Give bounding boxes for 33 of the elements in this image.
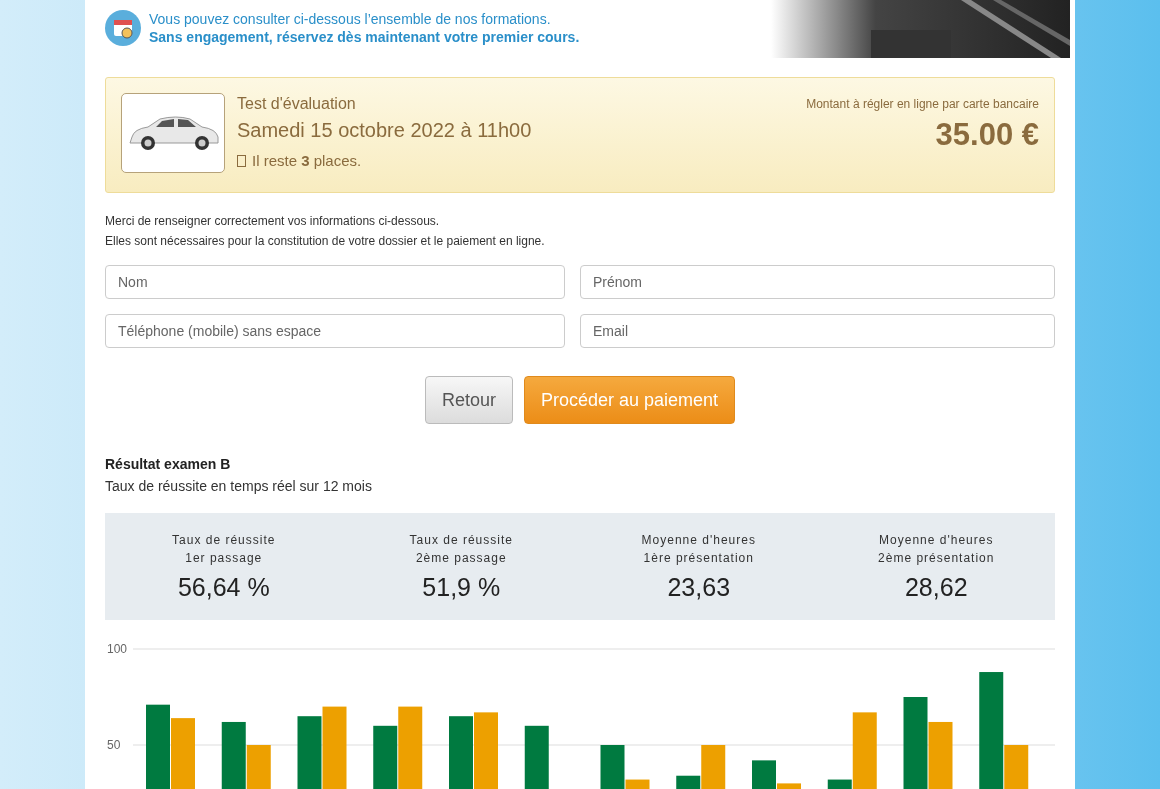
places-remaining: Il reste 3 places.	[252, 152, 362, 169]
stat-label: 1er passage	[185, 550, 263, 567]
intro-text: Vous pouvez consulter ci-dessous l’ensemble de nos formations.	[149, 10, 552, 28]
calendar-clock-icon	[105, 10, 141, 46]
stat-label: 1ère présentation	[643, 550, 754, 567]
session-title: Test d'évaluation	[237, 95, 357, 113]
session-date: Samedi 15 octobre 2022 à 11h00	[237, 119, 533, 142]
stat-label: 2ème passage	[415, 550, 507, 567]
text-field[interactable]: Nom	[105, 265, 565, 299]
results-subtitle: Taux de réussite en temps réel sur 12 mois	[105, 478, 373, 494]
form-note: Merci de renseigner correctement vos informations ci-dessous.	[105, 213, 441, 230]
stat-value: 51,9 %	[422, 573, 501, 602]
form-note: Elles sont nécessaires pour la constitution de votre dossier et le paiement en ligne.	[105, 233, 546, 250]
text-field[interactable]: Email	[580, 314, 1055, 348]
amount-value: 35.00 €	[935, 117, 1039, 153]
amount-label: Montant à régler en ligne par carte bancaire	[806, 97, 1039, 111]
square-icon	[237, 154, 246, 167]
text-field[interactable]: Prénom	[580, 265, 1055, 299]
car-icon	[126, 113, 220, 153]
intro-highlight: Sans engagement, réservez dès maintenant votre premier cours.	[149, 28, 580, 46]
stat-value: 56,64 %	[177, 573, 270, 602]
results-title: Résultat examen B	[105, 456, 232, 472]
stat-label: Moyenne d'heures	[879, 532, 994, 549]
axis-tick-label: 100	[107, 642, 128, 656]
stat-label: 2ème présentation	[878, 550, 995, 567]
stat-label: Taux de réussite	[409, 532, 513, 549]
stat-value: 23,63	[667, 573, 731, 602]
axis-tick-label: 50	[107, 738, 121, 752]
text-field[interactable]: Téléphone (mobile) sans espace	[105, 314, 565, 348]
stat-label: Moyenne d'heures	[641, 532, 756, 549]
stat-label: Taux de réussite	[172, 532, 276, 549]
stat-value: 28,62	[904, 573, 968, 602]
back-button[interactable]: Retour	[424, 376, 513, 424]
